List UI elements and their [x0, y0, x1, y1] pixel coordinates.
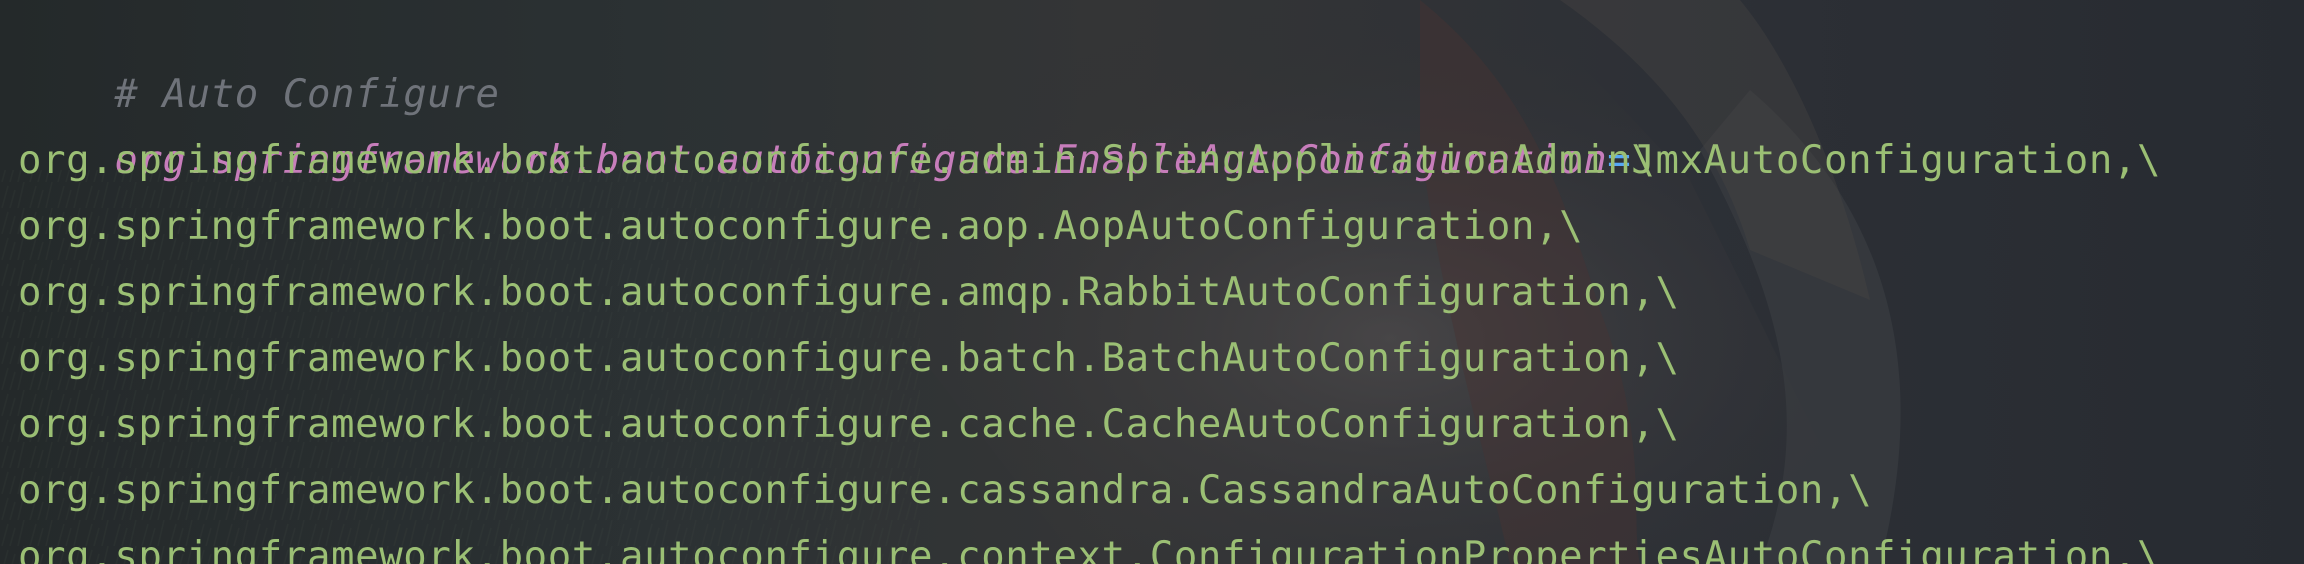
property-value-line: org.springframework.boot.autoconfigure.a…	[18, 270, 1680, 315]
property-value-line: org.springframework.boot.autoconfigure.b…	[18, 336, 1680, 381]
property-value-line: org.springframework.boot.autoconfigure.c…	[18, 468, 1873, 513]
code-editor[interactable]: # Auto Configure org.springframework.boo…	[0, 0, 2304, 564]
property-value-line: org.springframework.boot.autoconfigure.a…	[18, 204, 1584, 249]
property-value-line: org.springframework.boot.autoconfigure.c…	[18, 402, 1680, 447]
property-value-line: org.springframework.boot.autoconfigure.a…	[18, 138, 2162, 183]
property-key-line: org.springframework.boot.autoconfigure.E…	[18, 62, 1655, 183]
comment-line: # Auto Configure	[18, 0, 500, 117]
property-value-line: org.springframework.boot.autoconfigure.c…	[18, 534, 2162, 564]
